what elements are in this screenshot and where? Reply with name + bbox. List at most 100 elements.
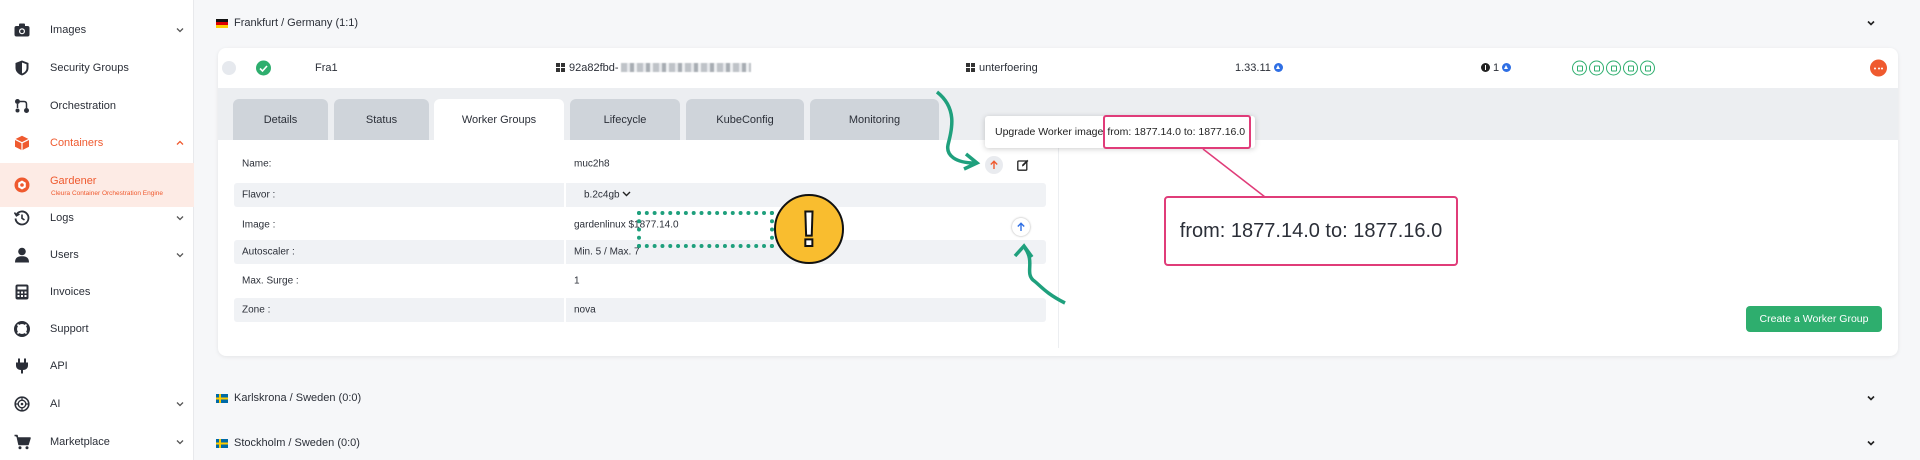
detail-key: Image : (242, 219, 276, 231)
chevron-down-icon[interactable] (1866, 393, 1876, 403)
sweden-flag-icon (216, 393, 228, 403)
ai-icon (13, 395, 31, 413)
region-row-stockholm[interactable]: Stockholm / Sweden (0:0) (216, 428, 1906, 458)
upgrade-image-button[interactable] (985, 156, 1003, 174)
region-row-karlskrona[interactable]: Karlskrona / Sweden (0:0) (216, 383, 1906, 413)
sidebar-item-images[interactable]: Images (0, 12, 194, 48)
tab-details[interactable]: Details (233, 99, 328, 140)
sidebar-item-label: Users (50, 249, 79, 261)
column-divider (564, 298, 566, 322)
region-row-frankfurt[interactable]: Frankfurt / Germany (1:1) (216, 8, 1906, 38)
detail-row-max-surge: Max. Surge : 1 (234, 269, 1046, 293)
warning-icon: ! (774, 194, 844, 264)
lifebuoy-icon (13, 320, 31, 338)
plug-icon (13, 357, 31, 375)
more-actions-button[interactable] (1870, 59, 1887, 77)
list-service-icon[interactable] (1572, 60, 1587, 76)
cluster-id-prefix: 92a82fbd- (569, 62, 619, 74)
detail-value: muc2h8 (574, 158, 610, 170)
calculator-icon (13, 283, 31, 301)
orchestration-icon (13, 97, 31, 115)
tab-worker-groups[interactable]: Worker Groups (434, 99, 564, 140)
detail-key: Autoscaler : (242, 246, 295, 258)
camera-icon (13, 21, 31, 39)
detail-row-zone: Zone : nova (234, 298, 1046, 322)
select-radio[interactable] (222, 61, 236, 75)
chevron-down-icon (176, 440, 184, 445)
chevron-up-icon (176, 140, 184, 145)
chevron-down-icon (176, 402, 184, 407)
sidebar-item-marketplace[interactable]: Marketplace (0, 424, 194, 460)
info-icon (1481, 63, 1490, 72)
sidebar-item-label: Support (50, 323, 89, 335)
flavor-select[interactable]: b.2c4gb (584, 190, 631, 201)
region-label: Karlskrona / Sweden (0:0) (234, 392, 362, 404)
user-icon (13, 246, 31, 264)
hierarchy-service-icon[interactable] (1623, 60, 1638, 76)
info-count[interactable]: 1 (1481, 62, 1512, 74)
nodes-service-icon[interactable] (1640, 60, 1655, 76)
tab-kubeconfig[interactable]: KubeConfig (686, 99, 804, 140)
sidebar-item-orchestration[interactable]: Orchestration (0, 88, 194, 124)
edit-icon[interactable] (1017, 159, 1029, 171)
tab-lifecycle[interactable]: Lifecycle (570, 99, 680, 140)
flavor-value: b.2c4gb (584, 189, 620, 201)
project-name: unterfoering (979, 62, 1038, 74)
shield-icon (13, 59, 31, 77)
k8s-version[interactable]: 1.33.11 (1235, 62, 1283, 74)
cluster-id: 92a82fbd- (556, 62, 751, 74)
germany-flag-icon (216, 18, 228, 28)
detail-row-flavor: Flavor : b.2c4gb (234, 183, 1046, 207)
cluster-project: unterfoering (966, 62, 1038, 74)
warning-symbol: ! (800, 201, 819, 257)
cube-icon (13, 134, 31, 152)
sidebar-item-logs[interactable]: Logs (0, 200, 194, 236)
sidebar-item-ai[interactable]: AI (0, 386, 194, 422)
sidebar: Images Security Groups Orchestration Con… (0, 0, 194, 460)
panel-divider (1058, 148, 1059, 348)
sidebar-item-label: Images (50, 24, 87, 36)
sidebar-item-label: Orchestration (50, 100, 117, 112)
sidebar-item-label: Gardener (50, 175, 97, 187)
sidebar-item-security-groups[interactable]: Security Groups (0, 50, 194, 86)
cluster-name[interactable]: Fra1 (315, 62, 338, 74)
image-upgrade-button[interactable] (1012, 218, 1030, 236)
tab-status[interactable]: Status (334, 99, 429, 140)
sidebar-item-users[interactable]: Users (0, 237, 194, 273)
cluster-row[interactable]: Fra1 92a82fbd- unterfoering 1.33.11 1 (218, 48, 1898, 88)
grid-icon (556, 63, 565, 72)
service-icons (1572, 60, 1655, 76)
history-icon (13, 209, 31, 227)
arrow-up-icon (1017, 222, 1025, 231)
info-count-value: 1 (1493, 62, 1500, 74)
column-divider (564, 183, 566, 207)
gardener-icon (13, 176, 31, 194)
region-label: Stockholm / Sweden (0:0) (234, 437, 360, 449)
chevron-down-icon[interactable] (1866, 18, 1876, 28)
zoom-callout-text: from: 1877.14.0 to: 1877.16.0 (1179, 219, 1443, 242)
sidebar-item-containers[interactable]: Containers (0, 125, 194, 161)
chevron-down-icon (176, 28, 184, 33)
network-service-icon[interactable] (1606, 60, 1621, 76)
chevron-down-icon (176, 253, 184, 258)
chevron-down-icon (622, 191, 631, 197)
detail-key: Flavor : (242, 189, 276, 201)
sidebar-item-label: API (50, 360, 68, 372)
detail-key: Max. Surge : (242, 275, 299, 287)
upgrade-available-icon (1273, 63, 1283, 72)
k8s-version-value: 1.33.11 (1235, 62, 1271, 74)
chevron-down-icon[interactable] (1866, 438, 1876, 448)
tooltip-text: Upgrade Worker image (995, 126, 1104, 138)
detail-row-name: Name: muc2h8 (234, 152, 1046, 176)
tab-monitoring[interactable]: Monitoring (810, 99, 939, 140)
sidebar-item-label: Security Groups (50, 62, 129, 74)
sidebar-item-label: AI (50, 398, 61, 410)
sidebar-item-support[interactable]: Support (0, 311, 194, 347)
dashboard-service-icon[interactable] (1589, 60, 1604, 76)
versions-zoom-callout: from: 1877.14.0 to: 1877.16.0 (1164, 196, 1458, 266)
app-root: Images Security Groups Orchestration Con… (0, 0, 1920, 460)
sidebar-item-api[interactable]: API (0, 348, 194, 384)
column-divider (564, 240, 566, 264)
sidebar-item-invoices[interactable]: Invoices (0, 274, 194, 310)
create-worker-group-button[interactable]: Create a Worker Group (1746, 306, 1882, 332)
